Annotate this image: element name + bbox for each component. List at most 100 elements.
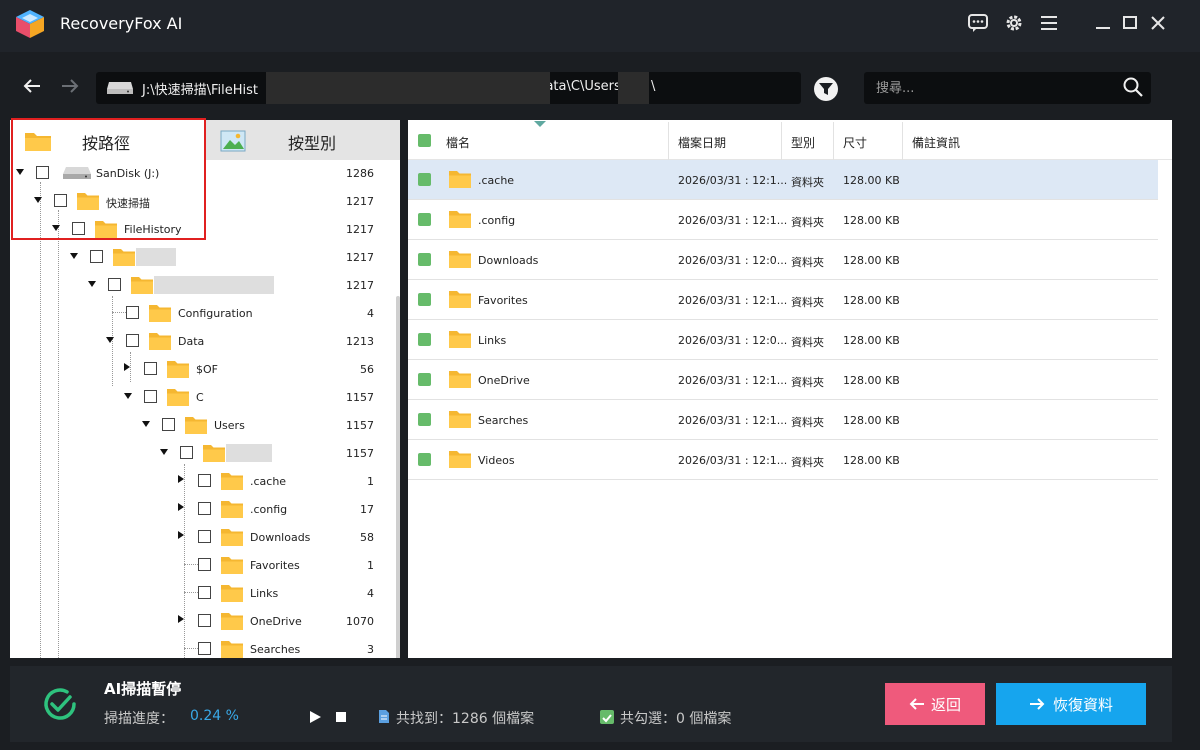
- tree-node-checkbox[interactable]: [144, 390, 157, 403]
- tree-node-checkbox[interactable]: [198, 558, 211, 571]
- tree-node-label: .cache: [250, 475, 287, 488]
- tree-node[interactable]: 1157: [10, 440, 382, 468]
- tree-node-checkbox[interactable]: [198, 474, 211, 487]
- tree-node-checkbox[interactable]: [126, 334, 139, 347]
- minimize-icon[interactable]: [1090, 10, 1116, 36]
- tree-scrollbar[interactable]: [396, 296, 400, 658]
- search-input[interactable]: [864, 72, 1151, 104]
- collapse-right-icon[interactable]: [178, 531, 184, 539]
- tree-node-checkbox[interactable]: [72, 222, 85, 235]
- select-all-checkbox[interactable]: [418, 134, 431, 147]
- table-row[interactable]: OneDrive 2026/03/31 : 12:1... 資料夾 128.00 KB: [408, 360, 1158, 400]
- expand-down-icon[interactable]: [70, 253, 78, 259]
- table-row[interactable]: Downloads 2026/03/31 : 12:0... 資料夾 128.00 K…: [408, 240, 1158, 280]
- recover-button[interactable]: 恢復資料: [996, 683, 1146, 725]
- table-row[interactable]: Links 2026/03/31 : 12:0... 資料夾 128.00 KB: [408, 320, 1158, 360]
- table-row[interactable]: Searches 2026/03/31 : 12:1... 資料夾 128.00 KB: [408, 400, 1158, 440]
- app-logo-icon: [16, 10, 44, 38]
- back-button[interactable]: 返回: [885, 683, 985, 725]
- tree-node-checkbox[interactable]: [36, 166, 49, 179]
- tree-node[interactable]: 1217: [10, 272, 382, 300]
- stop-icon[interactable]: [335, 711, 347, 723]
- expand-down-icon[interactable]: [106, 337, 114, 343]
- tree-node[interactable]: Links 4: [10, 580, 382, 608]
- tab-by-path[interactable]: 按路徑: [10, 120, 206, 160]
- tree-node-checkbox[interactable]: [144, 362, 157, 375]
- tree-node-checkbox[interactable]: [126, 306, 139, 319]
- tree-node-checkbox[interactable]: [90, 250, 103, 263]
- tree-node[interactable]: 快速掃描 1217: [10, 188, 382, 216]
- tree-node[interactable]: C 1157: [10, 384, 382, 412]
- file-type: 資料夾: [791, 216, 824, 229]
- tree-node[interactable]: Users 1157: [10, 412, 382, 440]
- row-checkbox[interactable]: [418, 333, 431, 346]
- row-checkbox[interactable]: [418, 293, 431, 306]
- close-icon[interactable]: [1145, 10, 1171, 36]
- tree-node[interactable]: Configuration 4: [10, 300, 382, 328]
- feedback-icon[interactable]: [965, 10, 991, 36]
- tree-node[interactable]: Downloads 58: [10, 524, 382, 552]
- column-header-name[interactable]: 檔名: [446, 134, 470, 151]
- settings-gear-icon[interactable]: [1001, 10, 1027, 36]
- tree-node-checkbox[interactable]: [108, 278, 121, 291]
- sort-indicator-icon[interactable]: [534, 121, 546, 127]
- table-row[interactable]: Favorites 2026/03/31 : 12:1... 資料夾 128.00 K…: [408, 280, 1158, 320]
- tree-node[interactable]: Data 1213: [10, 328, 382, 356]
- tree-node[interactable]: FileHistory 1217: [10, 216, 382, 244]
- column-header-size[interactable]: 尺寸: [843, 134, 867, 151]
- collapse-right-icon[interactable]: [178, 615, 184, 623]
- table-row[interactable]: .cache 2026/03/31 : 12:1... 資料夾 128.00 KB: [408, 160, 1158, 200]
- row-checkbox[interactable]: [418, 413, 431, 426]
- expand-down-icon[interactable]: [34, 197, 42, 203]
- expand-down-icon[interactable]: [160, 449, 168, 455]
- expand-down-icon[interactable]: [88, 281, 96, 287]
- table-row[interactable]: Videos 2026/03/31 : 12:1... 資料夾 128.00 KB: [408, 440, 1158, 480]
- tree-node-checkbox[interactable]: [162, 418, 175, 431]
- tree-node[interactable]: 1217: [10, 244, 382, 272]
- maximize-icon[interactable]: [1117, 10, 1143, 36]
- tree-node[interactable]: $OF 56: [10, 356, 382, 384]
- file-name: Videos: [478, 454, 515, 467]
- expand-down-icon[interactable]: [16, 169, 24, 175]
- back-arrow-icon[interactable]: [18, 72, 46, 100]
- row-checkbox[interactable]: [418, 213, 431, 226]
- column-header-date[interactable]: 檔案日期: [678, 134, 726, 151]
- collapse-right-icon[interactable]: [178, 503, 184, 511]
- column-header-notes[interactable]: 備註資訊: [912, 134, 960, 151]
- collapse-right-icon[interactable]: [178, 475, 184, 483]
- row-checkbox[interactable]: [418, 173, 431, 186]
- folder-icon: [448, 409, 472, 430]
- tree-node-checkbox[interactable]: [54, 194, 67, 207]
- collapse-right-icon[interactable]: [124, 363, 130, 371]
- expand-down-icon[interactable]: [52, 225, 60, 231]
- row-checkbox[interactable]: [418, 253, 431, 266]
- tree-node[interactable]: Favorites 1: [10, 552, 382, 580]
- file-name: Links: [478, 334, 507, 347]
- tree-node-checkbox[interactable]: [198, 530, 211, 543]
- column-header-type[interactable]: 型別: [791, 134, 815, 151]
- tree-node-checkbox[interactable]: [198, 642, 211, 655]
- tree-node[interactable]: .cache 1: [10, 468, 382, 496]
- menu-icon[interactable]: [1036, 10, 1062, 36]
- filter-icon[interactable]: [813, 76, 839, 102]
- tree-node-checkbox[interactable]: [198, 502, 211, 515]
- path-field[interactable]: J:\快速掃描\FileHist )\Data\C\Users\ \: [96, 72, 801, 104]
- folder-icon: [148, 331, 172, 351]
- tree-node-checkbox[interactable]: [180, 446, 193, 459]
- search-icon[interactable]: [1122, 76, 1144, 98]
- forward-arrow-icon[interactable]: [56, 72, 84, 100]
- row-checkbox[interactable]: [418, 373, 431, 386]
- tab-by-type[interactable]: 按型別: [206, 120, 400, 160]
- tree-node-count: 1: [367, 475, 374, 488]
- row-checkbox[interactable]: [418, 453, 431, 466]
- play-icon[interactable]: [308, 710, 322, 724]
- tree-node[interactable]: Searches 3: [10, 636, 382, 658]
- tree-node-checkbox[interactable]: [198, 614, 211, 627]
- table-row[interactable]: .config 2026/03/31 : 12:1... 資料夾 128.00 KB: [408, 200, 1158, 240]
- tree-node[interactable]: SanDisk (J:) 1286: [10, 160, 382, 188]
- expand-down-icon[interactable]: [124, 393, 132, 399]
- tree-node[interactable]: .config 17: [10, 496, 382, 524]
- tree-node-checkbox[interactable]: [198, 586, 211, 599]
- tree-node[interactable]: OneDrive 1070: [10, 608, 382, 636]
- expand-down-icon[interactable]: [142, 421, 150, 427]
